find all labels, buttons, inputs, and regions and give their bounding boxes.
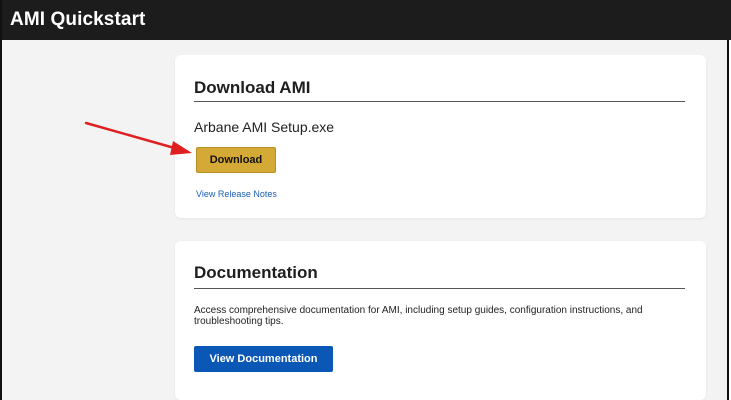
download-card: Download AMI Arbane AMI Setup.exe Downlo… (175, 55, 706, 218)
setup-filename: Arbane AMI Setup.exe (194, 119, 335, 135)
red-arrow-icon (84, 121, 192, 155)
documentation-card-title: Documentation (194, 263, 318, 282)
download-card-divider (194, 101, 685, 102)
view-documentation-button[interactable]: View Documentation (194, 346, 333, 372)
documentation-card-divider (194, 288, 685, 289)
download-button[interactable]: Download (196, 147, 276, 173)
download-card-title: Download AMI (194, 78, 311, 97)
view-release-notes-link[interactable]: View Release Notes (196, 189, 277, 199)
title-bar: AMI Quickstart (2, 0, 731, 40)
documentation-description: Access comprehensive documentation for A… (194, 305, 643, 327)
window-title: AMI Quickstart (10, 9, 146, 30)
app-window: AMI Quickstart Download AMI Arbane AMI S… (0, 0, 731, 400)
documentation-card: Documentation Access comprehensive docum… (175, 241, 706, 400)
